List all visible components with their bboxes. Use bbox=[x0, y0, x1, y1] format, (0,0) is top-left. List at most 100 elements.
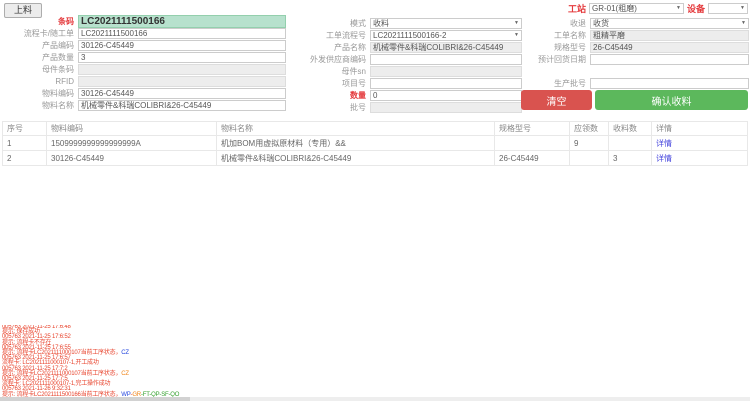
form-row-barcode: 条码 LC2021111500166 bbox=[2, 15, 286, 27]
wo-name-input[interactable]: 粗精平磨 bbox=[590, 30, 749, 41]
header-material-name: 物料名称 bbox=[217, 122, 495, 136]
form-row-material-name: 物料名称 机械零件&科瑞COLIBRI&26-C45449 bbox=[2, 99, 286, 111]
form-row-receive-return: 收退 收货 ▼ bbox=[528, 17, 749, 29]
project-no-label: 项目号 bbox=[292, 78, 370, 89]
detail-link[interactable]: 详情 bbox=[656, 154, 672, 163]
form-row-parent-barcode: 母件条码 bbox=[2, 63, 286, 75]
parent-barcode-input[interactable] bbox=[78, 64, 286, 75]
rfid-label: RFID bbox=[2, 77, 78, 86]
production-batch-input[interactable] bbox=[590, 78, 749, 89]
production-batch-label: 生产批号 bbox=[528, 78, 590, 89]
flow-card-label: 流程卡/随工单 bbox=[2, 28, 78, 39]
header-required-qty: 应领数 bbox=[570, 122, 609, 136]
form-column-middle: 模式 收料 ▼ 工单流程号 LC2021111500166-2 ▼ 产品名称 机… bbox=[292, 17, 522, 113]
material-name-label: 物料名称 bbox=[2, 100, 78, 111]
form-row-product-qty: 产品数量 3 bbox=[2, 51, 286, 63]
scrollbar-thumb[interactable] bbox=[0, 397, 190, 401]
form-spacer bbox=[528, 65, 749, 77]
materials-table: 序号 物料编码 物料名称 规格型号 应领数 收料数 详情 1 150999999… bbox=[2, 121, 748, 166]
spec-model-label: 规格型号 bbox=[528, 42, 590, 53]
product-qty-input[interactable]: 3 bbox=[78, 52, 286, 63]
wo-flow-no-select-value: LC2021111500166-2 bbox=[373, 31, 446, 40]
cell-spec bbox=[495, 136, 570, 151]
material-code-label: 物料编码 bbox=[2, 88, 78, 99]
cell-required-qty bbox=[570, 151, 609, 166]
form-row-parent-sn: 母件sn bbox=[292, 65, 522, 77]
cell-spec: 26-C45449 bbox=[495, 151, 570, 166]
spec-model-input[interactable]: 26-C45449 bbox=[590, 42, 749, 53]
supplier-code-label: 外发供应商编码 bbox=[292, 54, 370, 65]
product-name-input[interactable]: 机械零件&科瑞COLIBRI&26-C45449 bbox=[370, 42, 522, 53]
chevron-down-icon: ▼ bbox=[740, 6, 745, 11]
station-select-value: GR-01(粗磨) bbox=[592, 4, 637, 13]
header-spec: 规格型号 bbox=[495, 122, 570, 136]
quantity-input[interactable]: 0 bbox=[370, 90, 522, 101]
form-row-spec-model: 规格型号 26-C45449 bbox=[528, 41, 749, 53]
wo-flow-no-select[interactable]: LC2021111500166-2 ▼ bbox=[370, 30, 522, 41]
clear-button[interactable]: 清空 bbox=[521, 90, 592, 110]
device-select[interactable]: ▼ bbox=[708, 3, 748, 14]
form-row-production-batch: 生产批号 bbox=[528, 77, 749, 89]
form-row-project-no: 项目号 bbox=[292, 77, 522, 89]
flow-card-input[interactable]: LC2021111500166 bbox=[78, 28, 286, 39]
supplier-code-input[interactable] bbox=[370, 54, 522, 65]
form-row-supplier-code: 外发供应商编码 bbox=[292, 53, 522, 65]
rfid-input[interactable] bbox=[78, 76, 286, 87]
product-name-label: 产品名称 bbox=[292, 42, 370, 53]
mode-select[interactable]: 收料 ▼ bbox=[370, 18, 522, 29]
wo-name-label: 工单名称 bbox=[528, 30, 590, 41]
form-row-material-code: 物料编码 30126-C45449 bbox=[2, 87, 286, 99]
barcode-input[interactable]: LC2021111500166 bbox=[78, 15, 286, 28]
form-row-wo-name: 工单名称 粗精平磨 bbox=[528, 29, 749, 41]
device-label: 设备 bbox=[687, 2, 705, 15]
header-seq: 序号 bbox=[3, 122, 47, 136]
detail-link[interactable]: 详情 bbox=[656, 139, 672, 148]
header-material-code: 物料编码 bbox=[47, 122, 217, 136]
cell-seq: 2 bbox=[3, 151, 47, 166]
cell-received-qty: 3 bbox=[609, 151, 652, 166]
wo-flow-no-label: 工单流程号 bbox=[292, 30, 370, 41]
mode-select-value: 收料 bbox=[373, 19, 389, 28]
product-code-label: 产品编码 bbox=[2, 40, 78, 51]
station-select[interactable]: GR-01(粗磨) ▼ bbox=[589, 3, 684, 14]
cell-detail: 详情 bbox=[652, 136, 748, 151]
header-detail: 详情 bbox=[652, 122, 748, 136]
cell-material-code: 1509999999999999999A bbox=[47, 136, 217, 151]
cell-material-code: 30126-C45449 bbox=[47, 151, 217, 166]
cell-material-name: 机加BOM用虚拟原材料（专用）&& bbox=[217, 136, 495, 151]
form-row-batch-no: 批号 bbox=[292, 101, 522, 113]
horizontal-scrollbar[interactable] bbox=[0, 397, 750, 401]
expected-return-date-input[interactable] bbox=[590, 54, 749, 65]
chevron-down-icon: ▼ bbox=[514, 33, 519, 38]
product-code-input[interactable]: 30126-C45449 bbox=[78, 40, 286, 51]
chevron-down-icon: ▼ bbox=[514, 21, 519, 26]
cell-required-qty: 9 bbox=[570, 136, 609, 151]
topbar-right: 工站 GR-01(粗磨) ▼ 设备 ▼ bbox=[568, 2, 748, 15]
confirm-receive-button[interactable]: 确认收料 bbox=[595, 90, 748, 110]
parent-sn-input[interactable] bbox=[370, 66, 522, 77]
receive-return-select-value: 收货 bbox=[593, 19, 609, 28]
receive-return-select[interactable]: 收货 ▼ bbox=[590, 18, 749, 29]
receive-return-label: 收退 bbox=[528, 18, 590, 29]
cell-material-name: 机械零件&科瑞COLIBRI&26-C45449 bbox=[217, 151, 495, 166]
batch-no-input[interactable] bbox=[370, 102, 522, 113]
form-column-left: 条码 LC2021111500166 流程卡/随工单 LC20211115001… bbox=[2, 15, 286, 111]
material-name-input[interactable]: 机械零件&科瑞COLIBRI&26-C45449 bbox=[78, 100, 286, 111]
form-row-flow-card: 流程卡/随工单 LC2021111500166 bbox=[2, 27, 286, 39]
table-row: 2 30126-C45449 机械零件&科瑞COLIBRI&26-C45449 … bbox=[3, 151, 748, 166]
header-received-qty: 收料数 bbox=[609, 122, 652, 136]
quantity-label: 数量 bbox=[292, 90, 370, 101]
material-code-input[interactable]: 30126-C45449 bbox=[78, 88, 286, 99]
table-row: 1 1509999999999999999A 机加BOM用虚拟原材料（专用）&&… bbox=[3, 136, 748, 151]
form-row-wo-flow-no: 工单流程号 LC2021111500166-2 ▼ bbox=[292, 29, 522, 41]
parent-sn-label: 母件sn bbox=[292, 66, 370, 77]
expected-return-date-label: 预计回货日期 bbox=[528, 54, 590, 65]
form-row-rfid: RFID bbox=[2, 75, 286, 87]
form-row-product-code: 产品编码 30126-C45449 bbox=[2, 39, 286, 51]
cell-received-qty bbox=[609, 136, 652, 151]
project-no-input[interactable] bbox=[370, 78, 522, 89]
form-row-mode: 模式 收料 ▼ bbox=[292, 17, 522, 29]
parent-barcode-label: 母件条码 bbox=[2, 64, 78, 75]
form-column-right: 收退 收货 ▼ 工单名称 粗精平磨 规格型号 26-C45449 预计回货日期 … bbox=[528, 17, 749, 89]
form-row-expected-return-date: 预计回货日期 bbox=[528, 53, 749, 65]
